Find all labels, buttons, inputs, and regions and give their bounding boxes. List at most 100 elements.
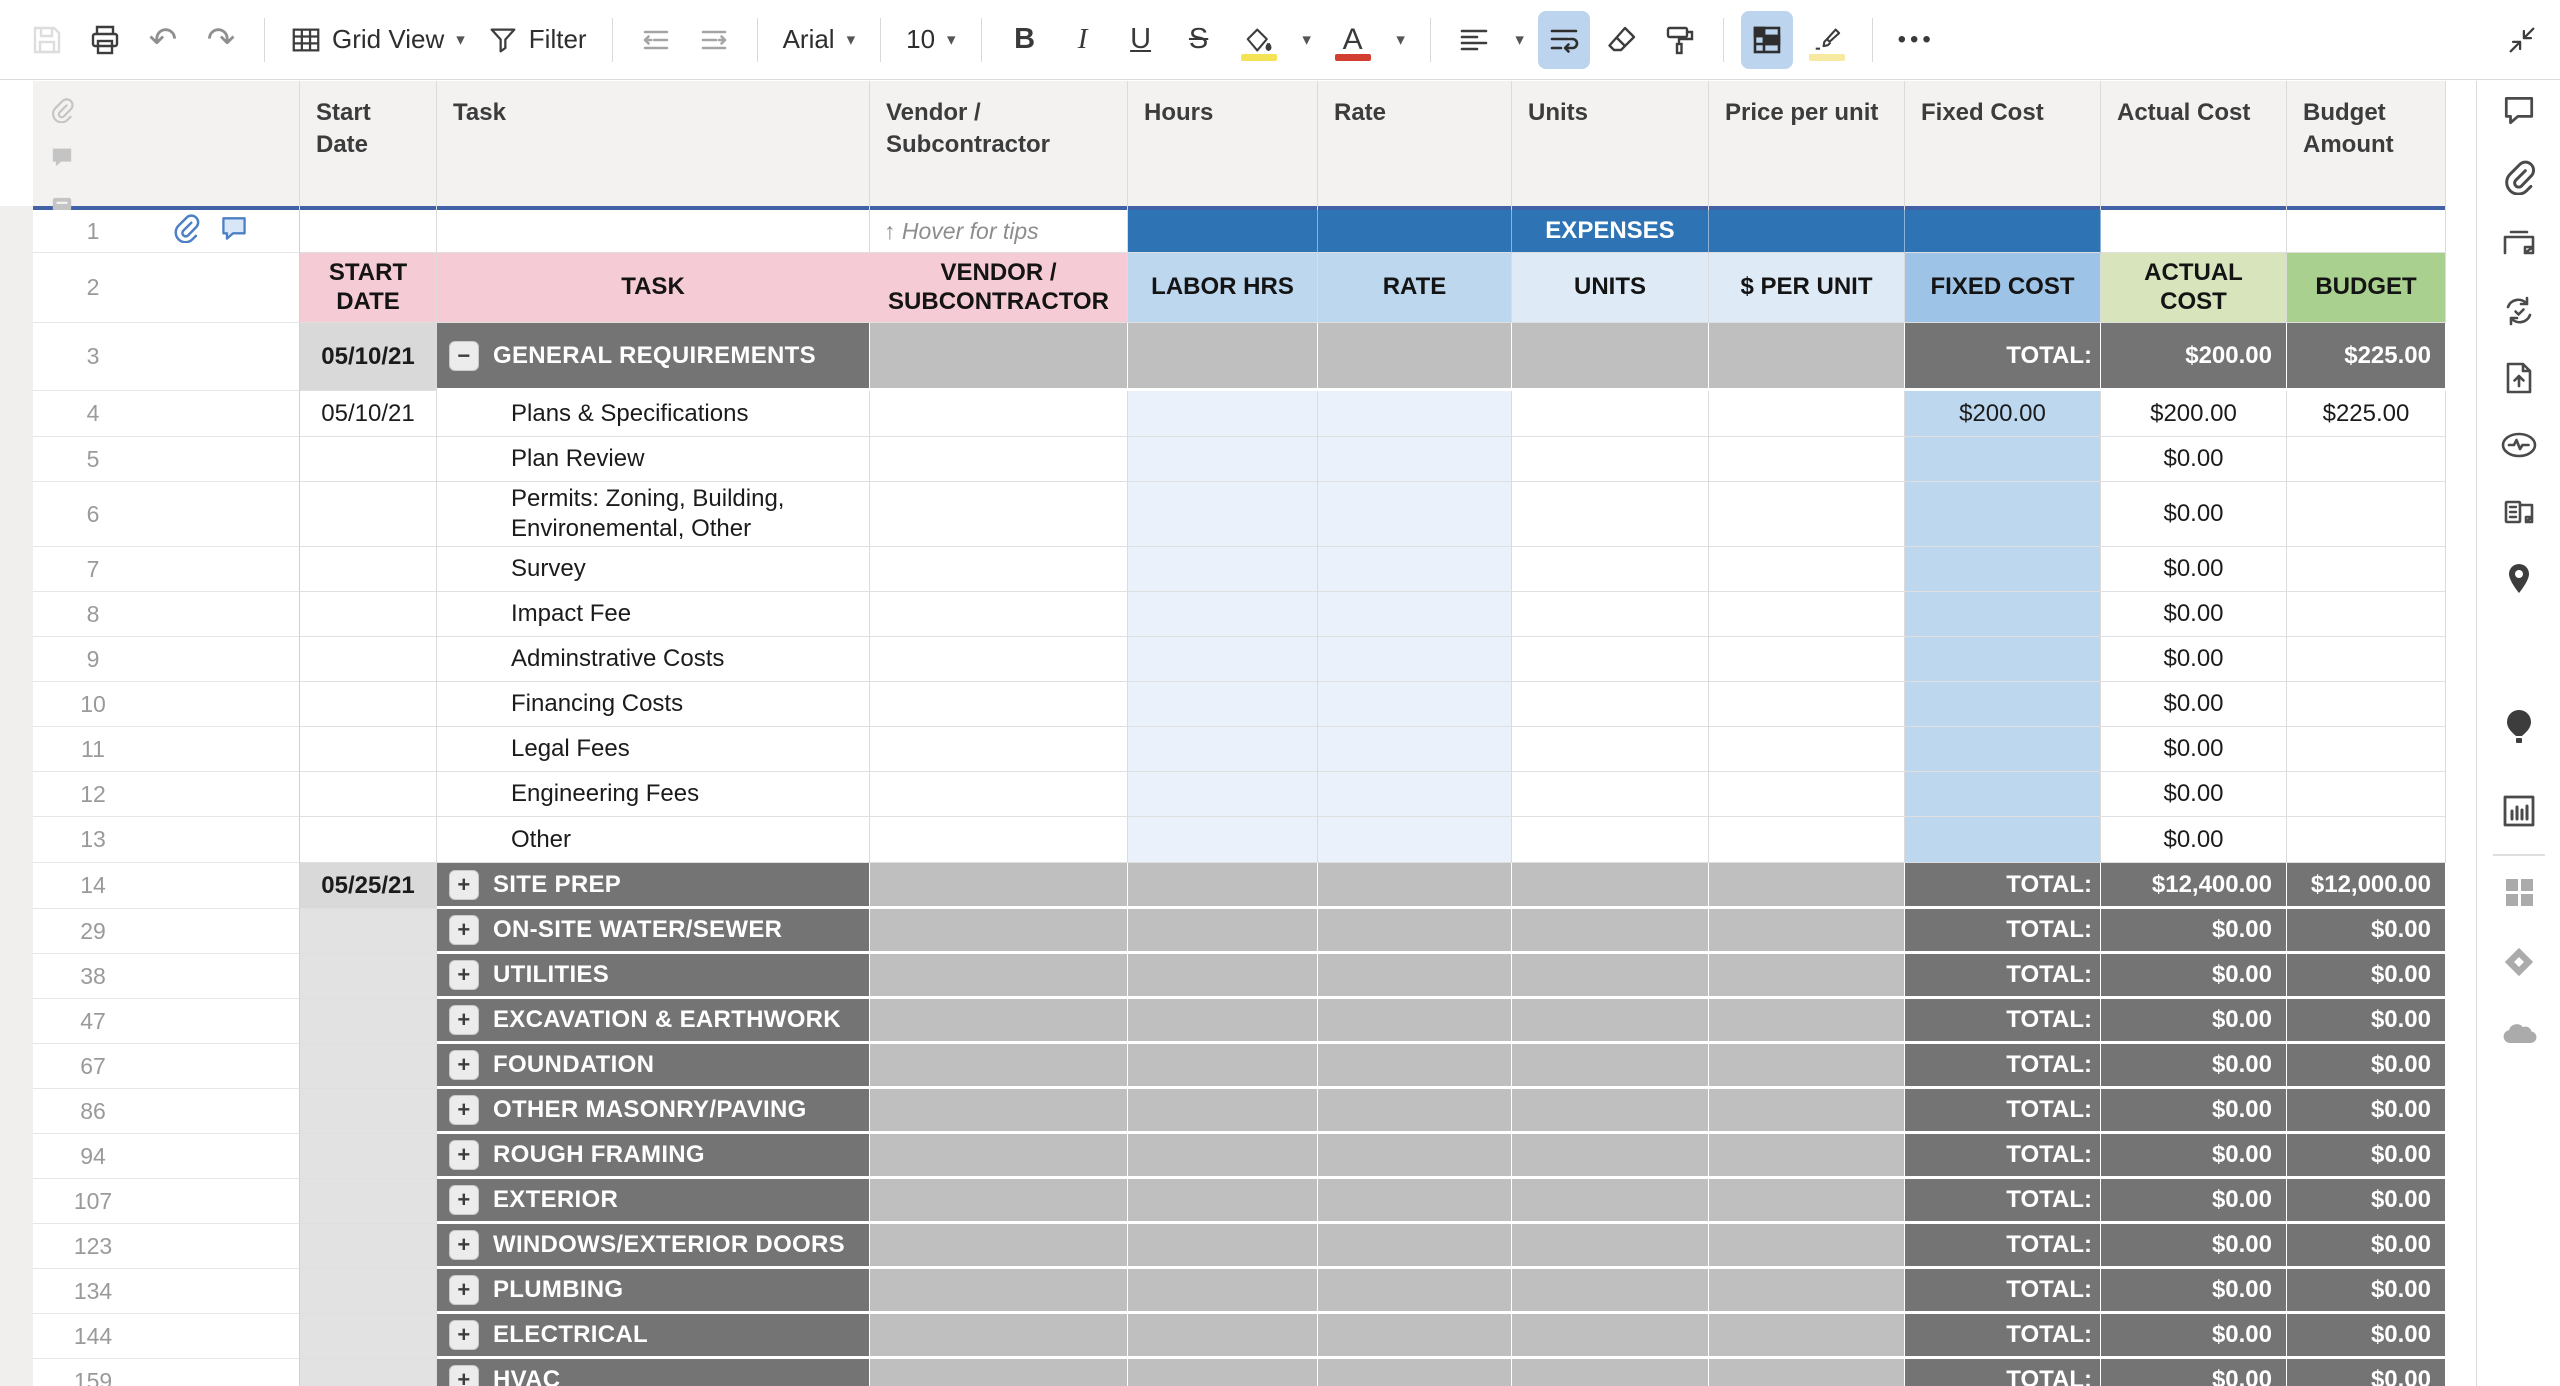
cell-vendor[interactable] bbox=[870, 1179, 1128, 1224]
cell-units[interactable] bbox=[1512, 817, 1709, 863]
cell-budget[interactable]: $0.00 bbox=[2287, 1224, 2446, 1269]
cell-vendor[interactable] bbox=[870, 437, 1128, 482]
collapse-section-icon[interactable]: − bbox=[449, 341, 479, 371]
cell-hours[interactable] bbox=[1128, 727, 1318, 772]
cell-budget[interactable]: $0.00 bbox=[2287, 1044, 2446, 1089]
row-number[interactable]: 159 bbox=[33, 1368, 153, 1386]
cell-date[interactable] bbox=[300, 637, 437, 682]
cell-fixed[interactable]: TOTAL: bbox=[1905, 1179, 2101, 1224]
copies-icon[interactable] bbox=[2501, 494, 2537, 530]
activity-log-icon[interactable] bbox=[2500, 426, 2538, 464]
cell-fixed[interactable]: $200.00 bbox=[1905, 391, 2101, 437]
row-number[interactable]: 4 bbox=[33, 400, 153, 427]
cell-budget[interactable] bbox=[2287, 817, 2446, 863]
row-number[interactable]: 6 bbox=[33, 501, 153, 528]
cell-perunit[interactable] bbox=[1709, 817, 1905, 863]
cell-units[interactable] bbox=[1512, 682, 1709, 727]
cell-fixed[interactable]: TOTAL: bbox=[1905, 1224, 2101, 1269]
cell-rate[interactable] bbox=[1318, 391, 1512, 437]
cell-vendor[interactable] bbox=[870, 1314, 1128, 1359]
cell-rate[interactable] bbox=[1318, 863, 1512, 909]
cell-actual[interactable]: $0.00 bbox=[2101, 1269, 2287, 1314]
cell-task[interactable]: Other bbox=[437, 817, 870, 863]
cell-units[interactable] bbox=[1512, 1044, 1709, 1089]
cell-fixed[interactable]: TOTAL: bbox=[1905, 1089, 2101, 1134]
cell-hours[interactable] bbox=[1128, 863, 1318, 909]
cell-fixed[interactable] bbox=[1905, 210, 2101, 253]
cell-perunit[interactable] bbox=[1709, 1179, 1905, 1224]
row-number[interactable]: 11 bbox=[33, 736, 153, 763]
collapse-toolbar-button[interactable] bbox=[2496, 11, 2548, 69]
font-family-select[interactable]: Arial ▾ bbox=[775, 11, 864, 69]
row-number[interactable]: 14 bbox=[33, 872, 153, 899]
cell-actual[interactable]: $0.00 bbox=[2101, 592, 2287, 637]
cell-date[interactable]: 05/25/21 bbox=[300, 863, 437, 909]
cell-perunit[interactable] bbox=[1709, 954, 1905, 999]
cell-units[interactable] bbox=[1512, 1359, 1709, 1386]
cell-vendor[interactable] bbox=[870, 1359, 1128, 1386]
bold-button[interactable]: B bbox=[999, 11, 1051, 69]
fill-color-menu-button[interactable]: ▾ bbox=[1293, 11, 1319, 69]
print-button[interactable] bbox=[79, 11, 131, 69]
cell-task[interactable] bbox=[437, 210, 870, 253]
row-number[interactable]: 144 bbox=[33, 1323, 153, 1350]
row-number[interactable]: 5 bbox=[33, 446, 153, 473]
cell-budget[interactable] bbox=[2287, 727, 2446, 772]
cell-fixed[interactable]: TOTAL: bbox=[1905, 323, 2101, 391]
cell-date[interactable] bbox=[300, 817, 437, 863]
strikethrough-button[interactable]: S bbox=[1173, 11, 1225, 69]
cell-fixed[interactable] bbox=[1905, 547, 2101, 592]
cell-fixed[interactable]: FIXED COST bbox=[1905, 253, 2101, 323]
cell-vendor[interactable] bbox=[870, 637, 1128, 682]
underline-button[interactable]: U bbox=[1115, 11, 1167, 69]
cell-budget[interactable]: $0.00 bbox=[2287, 999, 2446, 1044]
expand-section-icon[interactable]: + bbox=[449, 1275, 479, 1305]
sheet-summary-icon[interactable] bbox=[2501, 793, 2537, 829]
attachments-icon[interactable] bbox=[2501, 159, 2537, 195]
cell-units[interactable] bbox=[1512, 1179, 1709, 1224]
cell-rate[interactable] bbox=[1318, 1044, 1512, 1089]
cell-fixed[interactable]: TOTAL: bbox=[1905, 1044, 2101, 1089]
cell-hours[interactable] bbox=[1128, 909, 1318, 954]
cell-date[interactable] bbox=[300, 1134, 437, 1179]
cell-date[interactable]: START DATE bbox=[300, 253, 437, 323]
row-number[interactable]: 67 bbox=[33, 1053, 153, 1080]
cell-rate[interactable] bbox=[1318, 547, 1512, 592]
row-number[interactable]: 12 bbox=[33, 781, 153, 808]
cell-budget[interactable] bbox=[2287, 437, 2446, 482]
cell-vendor[interactable]: VENDOR / SUBCONTRACTOR bbox=[870, 253, 1128, 323]
cell-actual[interactable]: $0.00 bbox=[2101, 1179, 2287, 1224]
cell-task[interactable]: +HVAC bbox=[437, 1359, 870, 1386]
cell-perunit[interactable] bbox=[1709, 592, 1905, 637]
cell-task[interactable]: +WINDOWS/EXTERIOR DOORS bbox=[437, 1224, 870, 1269]
cell-budget[interactable] bbox=[2287, 482, 2446, 547]
cell-fixed[interactable]: TOTAL: bbox=[1905, 1134, 2101, 1179]
expand-section-icon[interactable]: + bbox=[449, 1140, 479, 1170]
cell-budget[interactable]: $0.00 bbox=[2287, 954, 2446, 999]
cell-units[interactable] bbox=[1512, 437, 1709, 482]
cell-rate[interactable] bbox=[1318, 1134, 1512, 1179]
cell-units[interactable] bbox=[1512, 637, 1709, 682]
cell-budget[interactable] bbox=[2287, 547, 2446, 592]
cell-task[interactable]: Engineering Fees bbox=[437, 772, 870, 817]
cell-rate[interactable] bbox=[1318, 1089, 1512, 1134]
comment-icon[interactable] bbox=[219, 213, 249, 250]
cell-hours[interactable] bbox=[1128, 323, 1318, 391]
cell-perunit[interactable] bbox=[1709, 210, 1905, 253]
cell-date[interactable] bbox=[300, 547, 437, 592]
cell-fixed[interactable] bbox=[1905, 482, 2101, 547]
more-options-button[interactable]: ••• bbox=[1890, 11, 1943, 69]
view-switcher-button[interactable]: Grid View ▾ bbox=[282, 11, 473, 69]
cell-units[interactable] bbox=[1512, 482, 1709, 547]
cell-date[interactable]: 05/10/21 bbox=[300, 391, 437, 437]
cell-rate[interactable] bbox=[1318, 772, 1512, 817]
cell-perunit[interactable] bbox=[1709, 1134, 1905, 1179]
cell-vendor[interactable] bbox=[870, 391, 1128, 437]
redo-button[interactable]: ↷ bbox=[195, 11, 247, 69]
indent-button[interactable] bbox=[688, 11, 740, 69]
cell-task[interactable]: TASK bbox=[437, 253, 870, 323]
cell-hours[interactable] bbox=[1128, 210, 1318, 253]
row-number[interactable]: 47 bbox=[33, 1008, 153, 1035]
cell-vendor[interactable] bbox=[870, 547, 1128, 592]
cell-perunit[interactable] bbox=[1709, 1044, 1905, 1089]
